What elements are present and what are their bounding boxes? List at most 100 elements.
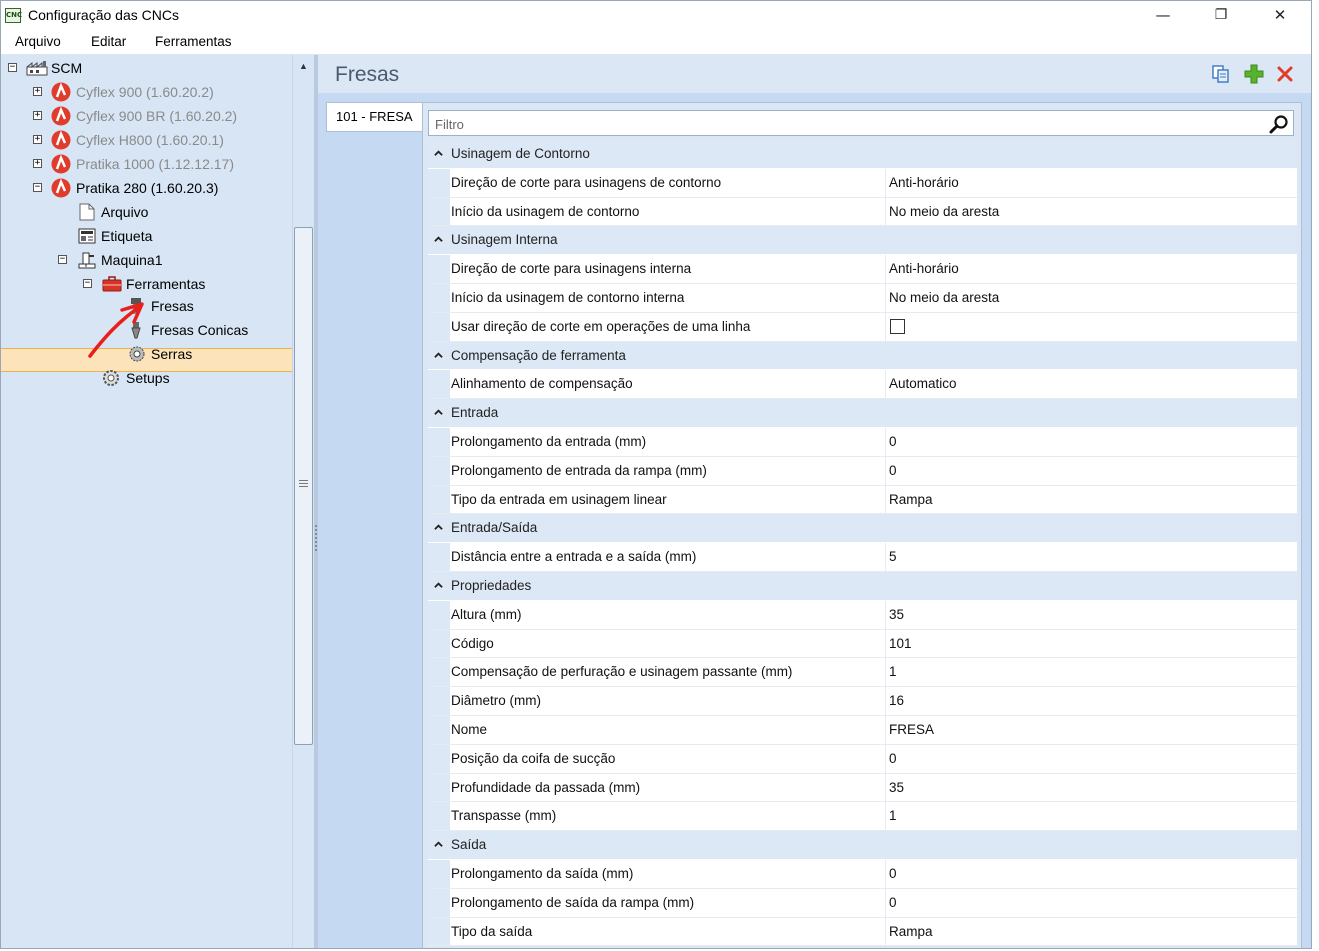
tab-101-fresa[interactable]: 101 - FRESA [326,102,422,132]
property-value[interactable]: Anti-horário [889,261,959,276]
property-value[interactable]: 1 [889,664,897,679]
property-row[interactable]: Altura (mm) 35 [428,600,1297,630]
title-bar[interactable]: CNC Configuração das CNCs — ❐ ✕ [1,1,1311,31]
property-value[interactable]: FRESA [889,722,934,737]
single-line-direction-checkbox[interactable] [890,318,905,334]
tree-item-scm[interactable]: − SCM [1,57,291,79]
property-row[interactable]: Prolongamento de entrada da rampa (mm) 0 [428,456,1297,486]
tree-item-setups[interactable]: Setups [1,367,291,389]
tree-label-fresas-conicas: Fresas Conicas [151,322,249,338]
property-row[interactable]: Compensação de perfuração e usinagem pas… [428,658,1297,688]
tree-label-etiqueta: Etiqueta [101,228,153,244]
property-row[interactable]: Prolongamento da entrada (mm) 0 [428,427,1297,457]
row-gutter [428,658,450,687]
property-grid-frame: Usinagem de Contorno Direção de corte pa… [422,102,1302,948]
property-row[interactable]: Código 101 [428,629,1297,659]
collapse-icon[interactable]: − [58,255,67,264]
property-value[interactable]: 16 [889,693,904,708]
delete-icon[interactable] [1275,64,1295,84]
property-row[interactable]: Início da usinagem de contorno No meio da… [428,197,1297,227]
collapse-icon[interactable]: − [83,279,92,288]
tree-item-maquina[interactable]: − Maquina1 [1,249,291,271]
category-row[interactable]: Compensação de ferramenta [428,341,1297,371]
property-value[interactable]: Automatico [889,376,957,391]
gear-icon [103,370,119,386]
chevron-up-icon[interactable] [434,408,443,417]
chevron-up-icon[interactable] [434,840,443,849]
chevron-up-icon[interactable] [434,581,443,590]
property-row[interactable]: Nome FRESA [428,715,1297,745]
minimize-button[interactable]: — [1134,1,1192,31]
tree-item-etiqueta[interactable]: Etiqueta [1,225,291,247]
property-row[interactable]: Início da usinagem de contorno interna No… [428,283,1297,313]
expand-icon[interactable]: + [33,135,42,144]
property-value[interactable]: Rampa [889,924,933,939]
property-value[interactable]: 1 [889,808,897,823]
tree-label-arquivo: Arquivo [101,204,149,220]
property-row[interactable]: Distância entre a entrada e a saída (mm)… [428,543,1297,572]
tree-item-arquivo[interactable]: Arquivo [1,201,291,223]
collapse-icon[interactable]: − [33,183,42,192]
expand-icon[interactable]: + [33,87,42,96]
property-row[interactable]: Prolongamento de saída da rampa (mm) 0 [428,888,1297,918]
property-value[interactable]: 0 [889,866,897,881]
scroll-up-arrow-icon[interactable]: ▲ [293,57,314,75]
property-value[interactable]: 5 [889,549,897,564]
chevron-up-icon[interactable] [434,523,443,532]
tree-item-machine[interactable]: + Cyflex 900 BR (1.60.20.2) [1,105,291,127]
tree-item-machine[interactable]: + Pratika 1000 (1.12.12.17) [1,153,291,175]
tree-item-ferramentas[interactable]: − Ferramentas [1,273,291,295]
menu-editar[interactable]: Editar [91,34,126,49]
menu-arquivo[interactable]: Arquivo [15,34,61,49]
category-row[interactable]: Entrada/Saída [428,514,1297,544]
chevron-up-icon[interactable] [434,235,443,244]
row-gutter [428,600,450,629]
chevron-up-icon[interactable] [434,149,443,158]
category-row[interactable]: Propriedades [428,571,1297,601]
property-row[interactable]: Alinhamento de compensação Automatico [428,370,1297,400]
property-value[interactable]: Anti-horário [889,175,959,190]
property-value[interactable]: Rampa [889,492,933,507]
property-row[interactable]: Posição da coifa de sucção 0 [428,744,1297,774]
collapse-icon[interactable]: − [8,63,17,72]
property-value[interactable]: 101 [889,636,912,651]
category-row[interactable]: Usinagem Interna [428,226,1297,256]
tree-item-machine[interactable]: + Cyflex H800 (1.60.20.1) [1,129,291,151]
property-value[interactable]: 35 [889,780,904,795]
tree-scrollbar[interactable]: ▲ [292,55,314,948]
row-gutter [428,715,450,744]
chevron-up-icon[interactable] [434,351,443,360]
property-value[interactable]: 35 [889,607,904,622]
category-row[interactable]: Usinagem de Contorno [428,140,1297,169]
property-row[interactable]: Direção de corte para usinagens de conto… [428,168,1297,198]
expand-icon[interactable]: + [33,111,42,120]
property-value[interactable]: No meio da aresta [889,204,999,219]
property-value[interactable]: 0 [889,895,897,910]
property-value[interactable]: No meio da aresta [889,290,999,305]
property-value[interactable]: 0 [889,434,897,449]
copy-icon[interactable] [1211,64,1231,84]
add-icon[interactable] [1244,64,1264,84]
expand-icon[interactable]: + [33,159,42,168]
property-value[interactable]: 0 [889,751,897,766]
filter-input[interactable] [429,111,1267,137]
restore-button[interactable]: ❐ [1192,1,1250,31]
property-row[interactable]: Diâmetro (mm) 16 [428,687,1297,716]
property-row[interactable]: Tipo da saída Rampa [428,917,1297,947]
search-icon[interactable] [1269,114,1289,134]
property-row[interactable]: Transpasse (mm) 1 [428,802,1297,832]
tree-item-machine[interactable]: + Cyflex 900 (1.60.20.2) [1,81,291,103]
property-row[interactable]: Direção de corte para usinagens interna A… [428,255,1297,284]
scrollbar-thumb[interactable] [294,227,313,745]
property-row[interactable]: Usar direção de corte em operações de um… [428,312,1297,342]
property-row[interactable]: Profundidade da passada (mm) 35 [428,773,1297,803]
tree-label-machine: Cyflex H800 (1.60.20.1) [76,132,224,148]
property-value[interactable]: 0 [889,463,897,478]
property-row[interactable]: Tipo da entrada em usinagem linear Rampa [428,485,1297,515]
category-row[interactable]: Entrada [428,399,1297,428]
menu-ferramentas[interactable]: Ferramentas [155,34,232,49]
close-button[interactable]: ✕ [1251,1,1309,31]
category-row[interactable]: Saída [428,831,1297,860]
tree-item-machine-active[interactable]: − Pratika 280 (1.60.20.3) [1,177,291,199]
property-row[interactable]: Prolongamento da saída (mm) 0 [428,859,1297,889]
